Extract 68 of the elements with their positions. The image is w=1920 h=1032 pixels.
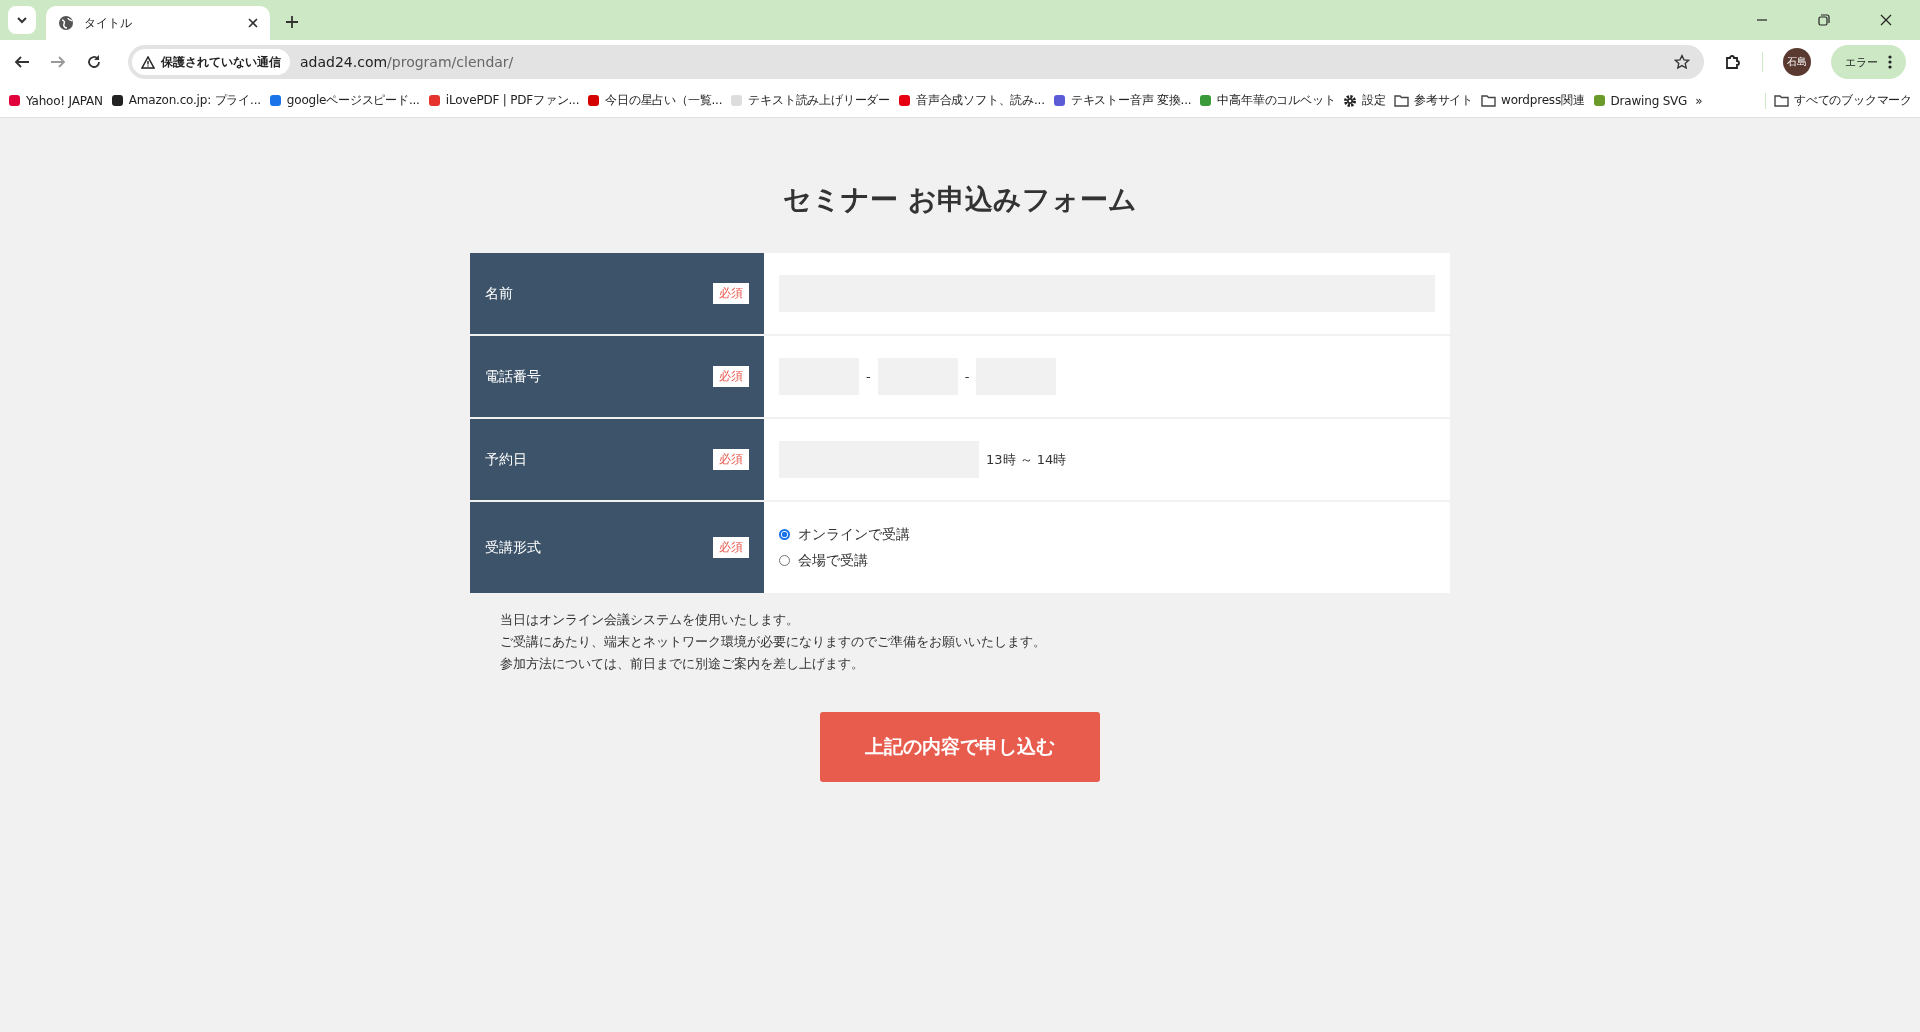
field-label: 予約日 xyxy=(485,450,527,469)
note-text: 参加方法については、前日までに別途ご案内を差し上げます。 xyxy=(500,655,865,673)
bookmark-item[interactable]: iLovePDF | PDFファン... xyxy=(427,92,580,109)
separator: - xyxy=(866,369,871,384)
gear-icon xyxy=(1343,93,1358,108)
bookmark-item[interactable]: wordpress関連 xyxy=(1481,92,1585,109)
more-icon xyxy=(1888,55,1892,69)
caret-icon xyxy=(16,14,28,26)
address-bar[interactable]: 保護されていない通信 adad24.com/program/clendar/ xyxy=(128,45,1704,79)
page-title: セミナー お申込みフォーム xyxy=(783,182,1137,218)
time-range: 13時 ～ 14時 xyxy=(986,450,1067,469)
site-icon xyxy=(268,94,282,107)
browser-tab[interactable]: タイトル xyxy=(46,6,270,40)
warning-icon xyxy=(141,55,155,69)
bookmark-item[interactable]: Drawing SVG xyxy=(1592,93,1688,108)
new-tab-icon[interactable] xyxy=(286,16,298,28)
bookmark-item[interactable]: テキスト読み上げリーダー xyxy=(730,92,890,109)
security-label: 保護されていない通信 xyxy=(161,53,281,71)
bookmark-item[interactable]: 今日の星占い（一覧... xyxy=(587,92,723,109)
tab-title: タイトル xyxy=(84,14,133,32)
field-label: 名前 xyxy=(485,284,513,303)
reload-icon[interactable] xyxy=(86,54,102,70)
puzzle-icon[interactable] xyxy=(1724,53,1742,71)
separator: - xyxy=(964,369,970,384)
site-icon xyxy=(897,94,911,107)
overflow-button[interactable]: » xyxy=(1695,93,1703,108)
field-label: 電話番号 xyxy=(485,367,541,386)
note-text: ご受講にあたり、端末とネットワーク環境が必要になりますのでご準備をお願いいたします。 xyxy=(500,633,1047,651)
bookmark-item[interactable]: 設定 xyxy=(1343,92,1387,109)
star-icon[interactable] xyxy=(1674,54,1690,70)
bookmark-item[interactable]: googleページスピード... xyxy=(268,92,420,109)
bookmark-item[interactable]: Yahoo! JAPAN xyxy=(8,93,103,108)
site-icon xyxy=(1199,94,1213,107)
tab-list-button[interactable] xyxy=(8,6,36,34)
error-button[interactable]: エラー xyxy=(1831,45,1906,79)
bookmark-item[interactable]: Amazon.co.jp: プライ... xyxy=(110,92,261,109)
globe-icon xyxy=(58,15,74,31)
bookmark-item[interactable]: 参考サイト xyxy=(1394,92,1474,109)
radio-option[interactable]: オンラインで受講 xyxy=(779,525,910,544)
bookmark-item[interactable]: すべてのブックマーク xyxy=(1774,92,1912,109)
site-icon xyxy=(587,94,601,107)
restore-icon[interactable] xyxy=(1818,14,1830,26)
radio-option[interactable]: 会場で受講 xyxy=(779,551,910,570)
required-tag: 必須 xyxy=(713,537,749,558)
folder-icon xyxy=(1394,94,1410,107)
profile-avatar[interactable]: 石島 xyxy=(1783,48,1811,76)
url-text: adad24.com/program/clendar/ xyxy=(300,54,514,70)
close-icon[interactable] xyxy=(248,18,258,28)
required-tag: 必須 xyxy=(713,283,749,304)
security-chip[interactable]: 保護されていない通信 xyxy=(132,49,290,75)
note-text: 当日はオンライン会議システムを使用いたします。 xyxy=(500,611,800,629)
required-tag: 必須 xyxy=(713,366,749,387)
required-tag: 必須 xyxy=(713,449,749,470)
bookmark-item[interactable]: 音声合成ソフト、読み... xyxy=(897,92,1045,109)
field-label: 受講形式 xyxy=(485,538,541,557)
bookmark-item[interactable]: 中高年華のコルベット xyxy=(1199,92,1336,109)
folder-icon xyxy=(1481,94,1497,107)
site-icon xyxy=(110,94,124,107)
forward-icon[interactable] xyxy=(50,54,66,70)
site-icon xyxy=(427,94,441,107)
site-icon xyxy=(8,94,21,107)
folder-icon xyxy=(1774,94,1789,107)
site-icon xyxy=(1592,94,1606,107)
close-icon[interactable] xyxy=(1880,14,1892,26)
site-icon xyxy=(1052,94,1066,107)
back-icon[interactable] xyxy=(14,54,30,70)
bookmark-item[interactable]: テキストー音声 変換... xyxy=(1052,92,1192,109)
site-icon xyxy=(730,94,744,107)
